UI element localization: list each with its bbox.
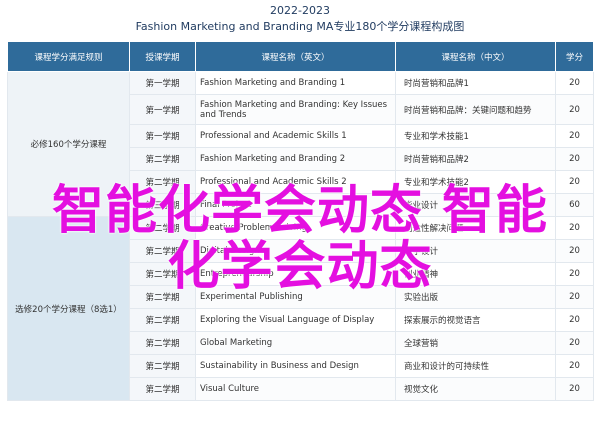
header-term: 授课学期 <box>129 41 196 72</box>
credit-cell: 20 <box>555 285 594 309</box>
course-name-en: Fashion Marketing and Branding 1 <box>195 71 396 95</box>
header-rule: 课程学分满足规则 <box>7 41 130 72</box>
course-name-cn: 创造性解决问题 <box>395 216 556 240</box>
group-label-elective: 选修20个学分课程（8选1） <box>7 216 130 401</box>
course-name-cn: 实验出版 <box>395 285 556 309</box>
term-cell: 第三学期 <box>129 193 196 217</box>
term-cell: 第二学期 <box>129 354 196 378</box>
header-name-cn: 课程名称（中文） <box>395 41 556 72</box>
credit-cell: 20 <box>555 308 594 332</box>
course-name-en: Entrepreneurship <box>195 262 396 286</box>
header-credit: 学分 <box>555 41 594 72</box>
course-name-cn: 全球营销 <box>395 331 556 355</box>
term-cell: 第二学期 <box>129 239 196 263</box>
term-cell: 第二学期 <box>129 262 196 286</box>
course-name-en: Fashion Marketing and Branding: Key Issu… <box>195 94 396 125</box>
table-row: 必修160个学分课程 第一学期 Fashion Marketing and Br… <box>7 71 594 217</box>
term-cell: 第二学期 <box>129 285 196 309</box>
table-header-row: 课程学分满足规则 授课学期 课程名称（英文） 课程名称（中文） 学分 <box>7 41 594 72</box>
term-cell: 第二学期 <box>129 308 196 332</box>
course-name-cn: 视觉文化 <box>395 377 556 401</box>
course-name-en: Visual Culture <box>195 377 396 401</box>
course-name-cn: 毕业设计 <box>395 193 556 217</box>
course-table: 课程学分满足规则 授课学期 课程名称（英文） 课程名称（中文） 学分 必修160… <box>7 41 594 401</box>
header-name-en: 课程名称（英文） <box>195 41 396 72</box>
credit-cell: 20 <box>555 170 594 194</box>
course-name-en: Exploring the Visual Language of Display <box>195 308 396 332</box>
credit-cell: 20 <box>555 262 594 286</box>
credit-cell: 20 <box>555 216 594 240</box>
term-cell: 第一学期 <box>129 71 196 95</box>
course-name-en: Final Project <box>195 193 396 217</box>
credit-cell: 20 <box>555 94 594 125</box>
course-name-cn: 时尚营销和品牌2 <box>395 147 556 171</box>
page-title: Fashion Marketing and Branding MA专业180个学… <box>135 20 465 33</box>
group-label-required: 必修160个学分课程 <box>7 71 130 217</box>
credit-cell: 20 <box>555 124 594 148</box>
course-name-cn: 创业精神 <box>395 262 556 286</box>
credit-cell: 20 <box>555 331 594 355</box>
credit-cell: 20 <box>555 71 594 95</box>
credit-cell: 20 <box>555 239 594 263</box>
course-name-cn: 时尚营销和品牌：关键问题和趋势 <box>395 94 556 125</box>
year-title: 2022-2023 <box>270 4 330 17</box>
course-name-en: Global Marketing <box>195 331 396 355</box>
term-cell: 第一学期 <box>129 94 196 125</box>
term-cell: 第二学期 <box>129 170 196 194</box>
course-name-en: Professional and Academic Skills 2 <box>195 170 396 194</box>
term-cell: 第二学期 <box>129 377 196 401</box>
credit-cell: 20 <box>555 354 594 378</box>
course-name-cn: 时尚营销和品牌1 <box>395 71 556 95</box>
term-cell: 第二学期 <box>129 331 196 355</box>
course-name-en: Sustainability in Business and Design <box>195 354 396 378</box>
course-name-en: Experimental Publishing <box>195 285 396 309</box>
course-name-cn: 商业和设计的可持续性 <box>395 354 556 378</box>
course-name-cn: 专业和学术技能2 <box>395 170 556 194</box>
credit-cell: 20 <box>555 147 594 171</box>
table-row: 选修20个学分课程（8选1） 第二学期 Creative Problem Sol… <box>7 216 594 401</box>
course-name-cn: 专业和学术技能1 <box>395 124 556 148</box>
course-name-en: Professional and Academic Skills 1 <box>195 124 396 148</box>
course-name-en: Creative Problem Solving <box>195 216 396 240</box>
term-cell: 第一学期 <box>129 124 196 148</box>
course-name-en: Digital Design <box>195 239 396 263</box>
credit-cell: 60 <box>555 193 594 217</box>
course-name-en: Fashion Marketing and Branding 2 <box>195 147 396 171</box>
credit-cell: 20 <box>555 377 594 401</box>
term-cell: 第二学期 <box>129 216 196 240</box>
course-name-cn: 探索展示的视觉语言 <box>395 308 556 332</box>
course-name-cn: 数字设计 <box>395 239 556 263</box>
term-cell: 第二学期 <box>129 147 196 171</box>
